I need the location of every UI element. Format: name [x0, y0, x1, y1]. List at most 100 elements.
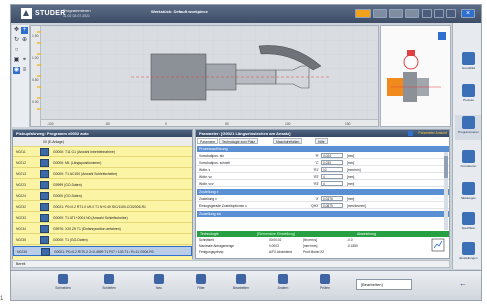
- lock-icon[interactable]: [446, 9, 456, 18]
- vertical-ruler: 1.50 1.00 0.50 0.00: [31, 26, 41, 126]
- param-input[interactable]: 0.030: [321, 160, 343, 165]
- status-indicator-1[interactable]: [373, 9, 387, 18]
- horizontal-ruler: -100 -50 0 50 100 150: [41, 119, 378, 126]
- status-indicator-3[interactable]: [405, 9, 419, 18]
- param-row: Vorschaltpos. ein 'R' 0.024 [mm]: [197, 153, 449, 159]
- softkey-schleifen[interactable]: Schleifen: [91, 274, 127, 300]
- close-icon[interactable]: ×: [461, 9, 475, 18]
- list-item[interactable]: 00 (E-Anlage): [13, 137, 192, 147]
- sidebar-item-grundbild[interactable]: Grundbild: [455, 51, 481, 76]
- param-input[interactable]: 10: [321, 167, 343, 172]
- line-number: N0213: [16, 172, 26, 176]
- layers-icon[interactable]: ≡: [21, 67, 28, 74]
- tab-technologie[interactable]: Technologie zum Platz: [219, 138, 258, 144]
- sidebar-item-korrekturen[interactable]: Korrekturen: [455, 149, 481, 174]
- sidebar-item-label: Grundbild: [461, 66, 475, 70]
- scrollbar-thumb[interactable]: [444, 156, 448, 178]
- param-input[interactable]: 0.024: [321, 153, 343, 158]
- softkey-bar: Schneiden Schleifen Neu Filter Bearbeite…: [11, 270, 481, 300]
- line-text: G0000: T1 AC150 (Anwahl Schleifscheibe): [53, 172, 118, 176]
- softkey-pruefen[interactable]: Prüfen: [307, 274, 343, 300]
- softkey-label: Neu: [155, 286, 163, 290]
- arrow-left-icon[interactable]: ←: [459, 279, 467, 288]
- rotate-icon[interactable]: ↻: [13, 37, 20, 44]
- preview-drawing-icon: [381, 26, 450, 126]
- sidebar-item-programmieren[interactable]: Programmieren: [455, 115, 481, 140]
- param-label: Vorschaltpos. ein: [199, 154, 225, 158]
- param-row: Wdbr. vv 'R2' 4 [mm]: [197, 174, 449, 180]
- eye-icon[interactable]: ◉: [13, 67, 20, 74]
- line-text: G0000: M1 (Längspositionieren): [53, 161, 102, 165]
- list-item[interactable]: N0211 G0000: T11 G1 (Anwahl Inbetriebnah…: [13, 147, 192, 157]
- softkey-neu[interactable]: Neu: [141, 274, 177, 300]
- footer-row: Schnittzeit 00:00:02 [hh:mm:s] -0.0: [197, 238, 449, 243]
- measure-icon[interactable]: ⌖: [21, 57, 28, 64]
- close-icon[interactable]: [408, 131, 413, 136]
- program-panel-title: Pickupfahrweg: Programm x0002 auto: [13, 130, 192, 137]
- param-symbol: 'R3': [313, 182, 319, 186]
- sidebar-item-spezifikat[interactable]: Spezifikat.: [455, 211, 481, 236]
- list-item[interactable]: N0212 G0000: M1 (Längspositionieren): [13, 158, 192, 168]
- line-text: 00 (E-Anlage): [43, 140, 64, 144]
- list-item[interactable]: N0233 G0000: T1 AT1+2004 N0 (Anwahl Schl…: [13, 213, 192, 223]
- mode-field[interactable]: [Bearbeiten]: [356, 279, 412, 290]
- line-number: N0224: [16, 194, 26, 198]
- workpiece-label: Werkstück: Default workpiece: [151, 9, 208, 14]
- param-input[interactable]: 0.0376: [321, 196, 343, 201]
- softkey-bearbeiten[interactable]: Bearbeiten: [223, 274, 259, 300]
- command-icon: [40, 148, 49, 156]
- list-item[interactable]: N0213 G0000: T1 AC150 (Anwahl Schleifsch…: [13, 169, 192, 179]
- line-text: G0000 (GO-Daten): [53, 194, 82, 198]
- list-item[interactable]: N0223 G9999 (GO-Daten): [13, 180, 192, 190]
- list-item-selected[interactable]: N0236 G0021: P0=0.2 R/T0.2 Z=0.4999 T1 F…: [13, 246, 192, 256]
- graph-icon[interactable]: [431, 238, 445, 252]
- keyboard-icon[interactable]: [434, 9, 444, 18]
- softkey-schneiden[interactable]: Schneiden: [45, 274, 81, 300]
- sidebar-item-meldungen[interactable]: Meldungen: [455, 181, 481, 206]
- grind-icon: [104, 274, 114, 284]
- param-symbol: 'X': [315, 197, 319, 201]
- pan-icon[interactable]: ✥: [13, 27, 20, 34]
- technology-label: Technologie: [200, 232, 219, 236]
- magnify-icon[interactable]: ○: [13, 47, 20, 54]
- param-input[interactable]: 4: [321, 181, 343, 186]
- cut-icon: [58, 274, 68, 284]
- ruler-tick: 0: [165, 122, 167, 126]
- command-icon: [40, 192, 49, 200]
- user-icon[interactable]: [422, 9, 432, 18]
- simulation-view[interactable]: 1.50 1.00 0.50 0.00 -100 -50 0 50 100 15…: [30, 25, 379, 127]
- footer-value: A/FX Abrichtend: [269, 250, 293, 254]
- tab-maschdreifalten[interactable]: Maschdreifalten: [273, 138, 303, 144]
- move-icon[interactable]: +: [21, 27, 28, 34]
- list-item[interactable]: N0235 G0000: T1 (GO-Daten): [13, 235, 192, 245]
- sidebar-item-label: Spezifikat.: [461, 226, 476, 230]
- status-indicator-orange[interactable]: [355, 9, 371, 18]
- scrollbar[interactable]: [444, 152, 448, 230]
- line-number: N0233: [16, 216, 26, 220]
- softkey-label: Ändern: [277, 286, 289, 290]
- softkey-filter[interactable]: Filter: [183, 274, 219, 300]
- softkey-label: Filter: [197, 286, 205, 290]
- line-text: G0021: P0=0.2 R/T0.2 Z=0.4999 T1 F07 / 1…: [54, 250, 154, 254]
- list-item[interactable]: N0224 G0000 (GO-Daten): [13, 191, 192, 201]
- footer-deviation: -0.0: [347, 238, 353, 242]
- workpiece-preview[interactable]: [380, 25, 451, 127]
- tab-hilfe[interactable]: Hilfe: [315, 138, 328, 144]
- sidebar-item-label: Meldungen: [461, 196, 476, 200]
- param-input[interactable]: 4: [321, 174, 343, 179]
- zoom-icon[interactable]: ⊕: [21, 37, 28, 44]
- status-indicator-2[interactable]: [389, 9, 403, 18]
- param-row: Wdbr. vvv 'R3' 4 [mm]: [197, 181, 449, 187]
- parameter-view-link[interactable]: Parameter Ansicht: [418, 130, 447, 137]
- param-input[interactable]: 0.0879: [321, 203, 343, 208]
- fit-icon[interactable]: ▣: [13, 57, 20, 64]
- sidebar-item-einstellungen[interactable]: Einstellungen: [455, 241, 481, 266]
- command-icon: [40, 225, 49, 233]
- list-item[interactable]: N0232 G0021: P0=0.2 RT1.0 U9.0 T1 N+0.40…: [13, 202, 192, 212]
- tab-parameter[interactable]: Parameter: [197, 138, 219, 144]
- softkey-aendern[interactable]: Ändern: [265, 274, 301, 300]
- command-icon: [40, 181, 49, 189]
- sidebar-item-prozess[interactable]: Prozess: [455, 83, 481, 108]
- command-icon: [40, 170, 49, 178]
- list-item[interactable]: N0234 G9976: X20 Z5 T1 (Einfahrposition …: [13, 224, 192, 234]
